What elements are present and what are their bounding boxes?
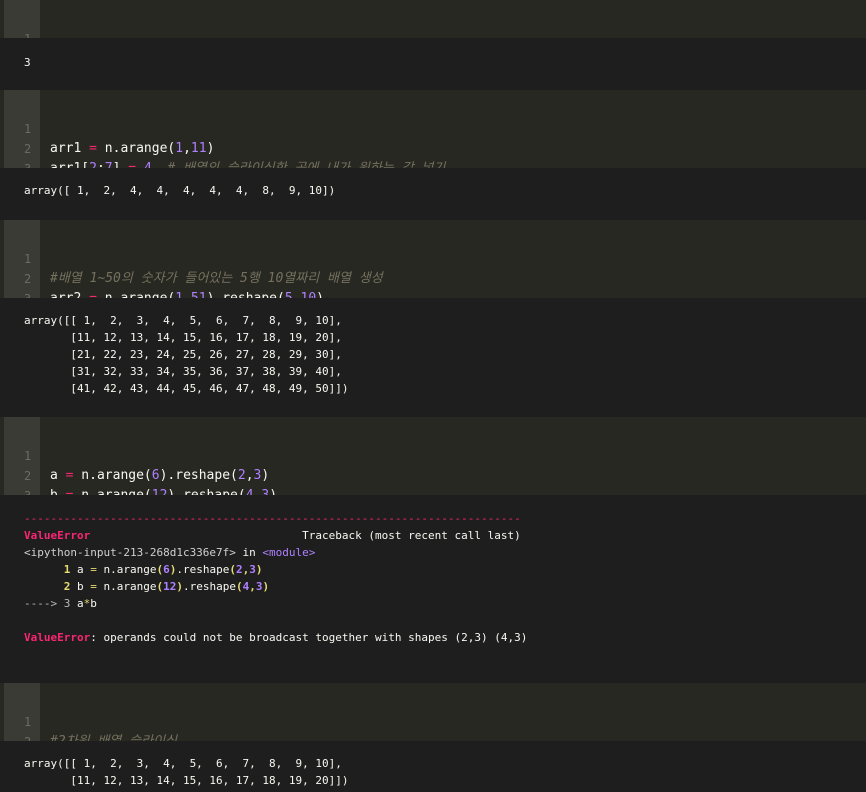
traceback-arrow: ----> 3 — [24, 597, 77, 610]
output-text: 3 — [24, 56, 31, 69]
in-word: in — [235, 546, 263, 559]
code-line[interactable]: 3 a*b — [0, 466, 73, 523]
error-message: : operands could not be broadcast togeth… — [90, 631, 528, 644]
traceback-line: 2 — [24, 580, 77, 593]
traceback-line: 1 — [24, 563, 77, 576]
code-line[interactable]: 2 b = n.arange(12).reshape(4,3) — [0, 446, 277, 503]
output-text: array([[ 1, 2, 3, 4, 5, 6, 7, 8, 9, 10],… — [24, 314, 349, 395]
output-text: array([ 1, 2, 4, 4, 4, 4, 4, 8, 9, 10]) — [24, 184, 336, 197]
error-name: ValueError — [24, 631, 91, 644]
error-output: ----------------------------------------… — [0, 495, 866, 680]
error-name: ValueError — [24, 529, 91, 542]
code-cell[interactable]: 1 #2차원 배열 슬라이싱 2 arr2[:2,:] #0행~1행까지 모든 … — [0, 683, 866, 769]
code-cell[interactable]: 1 a = n.arange(6).reshape(2,3) 2 b = n.a… — [0, 417, 866, 523]
output-area: array([[ 1, 2, 3, 4, 5, 6, 7, 8, 9, 10],… — [0, 741, 866, 790]
code-text[interactable]: arr1 = n.arange(1,11) — [50, 139, 214, 159]
code-line[interactable]: 1 #배열 1~50의 숫자가 들어있는 5행 10열짜리 배열 생성 — [0, 229, 383, 286]
code-text[interactable]: #배열 1~50의 숫자가 들어있는 5행 10열짜리 배열 생성 — [50, 269, 383, 289]
code-line[interactable]: 2 arr2[:2,:] #0행~1행까지 모든 열의 데이터를 가져와라 — [0, 712, 390, 769]
output-area: 3 — [0, 38, 866, 86]
code-line[interactable]: 2 arr1[2:7] = 4 # 배열의 슬라이싱한 곳에 내가 원하는 값 … — [0, 119, 445, 176]
code-line[interactable]: 2 arr2 = n.arange(1,51).reshape(5,10) — [0, 249, 324, 306]
code-cell[interactable]: 1 #배열 1~50의 숫자가 들어있는 5행 10열짜리 배열 생성 2 ar… — [0, 220, 866, 326]
output-area: array([ 1, 2, 4, 4, 4, 4, 4, 8, 9, 10]) — [0, 168, 866, 216]
input-reference: <ipython-input-213-268d1c336e7f> — [24, 546, 236, 559]
code-line[interactable]: 1 print(arr2[0,2]) — [0, 9, 175, 66]
module-reference: <module> — [262, 546, 316, 559]
code-line[interactable]: 1 arr1 = n.arange(1,11) — [0, 99, 214, 156]
code-cell[interactable]: 1 print(arr2[0,2]) — [0, 0, 866, 66]
code-line[interactable]: 3 arr2 — [0, 269, 81, 326]
traceback-label: Traceback (most recent call last) — [302, 529, 521, 542]
output-text: array([[ 1, 2, 3, 4, 5, 6, 7, 8, 9, 10],… — [24, 757, 349, 787]
code-text[interactable]: a = n.arange(6).reshape(2,3) — [50, 466, 269, 486]
code-line[interactable]: 1 a = n.arange(6).reshape(2,3) — [0, 426, 269, 483]
error-divider: ----------------------------------------… — [24, 512, 521, 525]
output-area: array([[ 1, 2, 3, 4, 5, 6, 7, 8, 9, 10],… — [0, 298, 866, 414]
code-line[interactable]: 1 #2차원 배열 슬라이싱 — [0, 692, 177, 749]
traceback-text: ----------------------------------------… — [24, 512, 528, 644]
code-cell[interactable]: 1 arr1 = n.arange(1,11) 2 arr1[2:7] = 4 … — [0, 90, 866, 196]
code-line[interactable]: 3 arr1 — [0, 139, 81, 196]
